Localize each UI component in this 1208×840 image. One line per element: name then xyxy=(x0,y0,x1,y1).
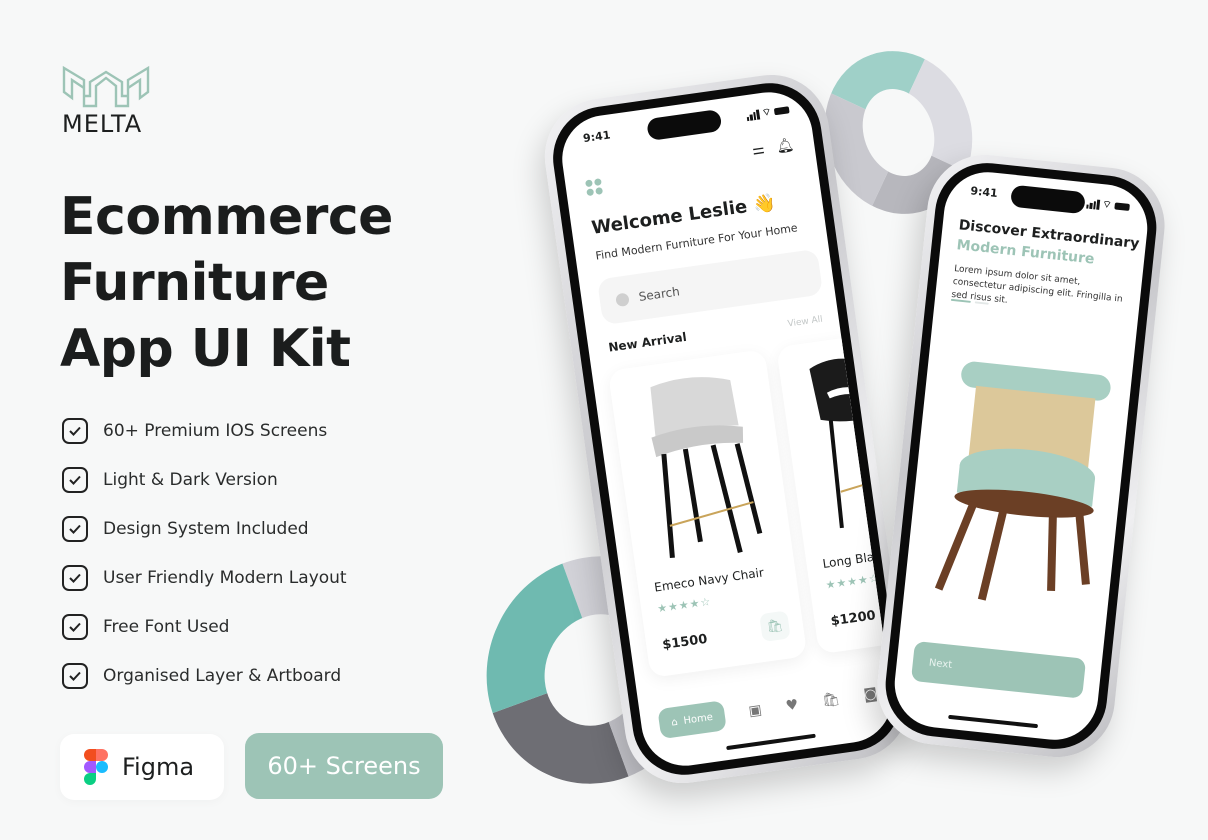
feature-label: User Friendly Modern Layout xyxy=(103,567,347,588)
battery-icon xyxy=(773,106,790,116)
onboarding-screen: 9:41 ⌔ Discover Extraordinary Modern Fur… xyxy=(890,167,1152,745)
home-indicator xyxy=(948,714,1039,729)
feature-label: Free Font Used xyxy=(103,616,230,637)
rating-stars: ★★★★☆ xyxy=(824,571,881,592)
filter-icon[interactable]: ⚌ xyxy=(751,141,768,172)
home-icon: ⌂ xyxy=(670,716,679,729)
checkbox-icon xyxy=(62,417,88,444)
melta-logo-icon xyxy=(62,65,150,108)
home-indicator xyxy=(726,733,816,751)
phone-mockup-onboarding: 9:41 ⌔ Discover Extraordinary Modern Fur… xyxy=(871,149,1171,763)
feature-label: 60+ Premium IOS Screens xyxy=(103,420,328,441)
checkbox-icon xyxy=(62,564,88,591)
heart-icon[interactable]: ♥ xyxy=(785,697,800,715)
headline-line-3: App UI Kit xyxy=(60,319,351,379)
rating-stars: ★★★★☆ xyxy=(656,594,713,616)
box-icon[interactable]: ▣ xyxy=(748,702,763,720)
feature-label: Light & Dark Version xyxy=(103,469,278,490)
brand-logo: MELTA xyxy=(62,64,152,138)
page-headline: Ecommerce Furniture App UI Kit xyxy=(60,184,393,382)
wifi-icon: ⌔ xyxy=(761,106,773,120)
battery-icon xyxy=(1114,202,1130,211)
product-name: Emeco Navy Chair xyxy=(653,565,765,595)
status-time: 9:41 xyxy=(582,128,612,146)
bar-stool-black-image xyxy=(809,358,887,529)
search-input[interactable]: Search xyxy=(596,248,824,326)
feature-item: Organised Layer & Artboard xyxy=(62,651,347,700)
signal-icon xyxy=(1085,198,1100,210)
checkbox-icon xyxy=(62,662,88,689)
figma-icon xyxy=(84,749,108,785)
feature-item: Design System Included xyxy=(62,504,347,553)
checkbox-icon xyxy=(62,515,88,542)
figma-badge: Figma xyxy=(60,734,224,800)
headline-line-1: Ecommerce xyxy=(60,187,393,247)
status-time: 9:41 xyxy=(969,184,999,201)
shopping-bag-icon: 🛍︎ xyxy=(765,617,785,635)
bell-icon[interactable]: 🔔︎ xyxy=(775,137,797,169)
checkbox-icon xyxy=(62,613,88,640)
section-title: New Arrival xyxy=(607,329,688,355)
add-to-cart-button[interactable]: 🛍︎ xyxy=(759,610,791,643)
bottom-nav: ⌂ Home ▣ ♥ 🛍︎ ◙ xyxy=(657,679,879,740)
search-icon xyxy=(615,291,630,307)
brand-name: MELTA xyxy=(62,110,143,138)
status-bar: 9:41 ⌔ xyxy=(582,103,790,145)
profile-icon[interactable]: ◙ xyxy=(863,686,879,704)
nav-home-tab[interactable]: ⌂ Home xyxy=(657,700,727,740)
feature-label: Organised Layer & Artboard xyxy=(103,665,342,686)
signal-icon xyxy=(745,109,760,121)
feature-list: 60+ Premium IOS Screens Light & Dark Ver… xyxy=(62,406,347,700)
view-all-link[interactable]: View All xyxy=(787,315,823,330)
figma-label: Figma xyxy=(122,753,195,781)
nav-home-label: Home xyxy=(682,711,714,727)
screens-count-label: 60+ Screens xyxy=(267,752,421,780)
product-card[interactable]: Emeco Navy Chair ★★★★☆ $1500 🛍︎ xyxy=(607,349,808,679)
screens-count-badge: 60+ Screens xyxy=(245,733,443,799)
next-button[interactable]: Next xyxy=(910,640,1087,699)
onboarding-description: Lorem ipsum dolor sit amet, consectetur … xyxy=(950,264,1123,306)
headline-line-2: Furniture xyxy=(60,253,329,313)
product-name: Long Black Chair xyxy=(821,543,898,571)
checkbox-icon xyxy=(62,466,88,493)
product-price: $1200 xyxy=(829,608,877,630)
bar-stool-grey-image xyxy=(650,377,763,559)
feature-item: Free Font Used xyxy=(62,602,347,651)
feature-item: Light & Dark Version xyxy=(62,455,347,504)
armchair-image xyxy=(934,361,1111,601)
next-label: Next xyxy=(928,657,953,671)
bag-icon[interactable]: 🛍︎ xyxy=(821,691,841,709)
feature-label: Design System Included xyxy=(103,518,309,539)
search-placeholder: Search xyxy=(637,284,681,304)
wifi-icon: ⌔ xyxy=(1101,199,1113,212)
menu-grid-icon[interactable] xyxy=(585,178,604,197)
feature-item: 60+ Premium IOS Screens xyxy=(62,406,347,455)
product-price: $1500 xyxy=(661,631,709,654)
feature-item: User Friendly Modern Layout xyxy=(62,553,347,602)
